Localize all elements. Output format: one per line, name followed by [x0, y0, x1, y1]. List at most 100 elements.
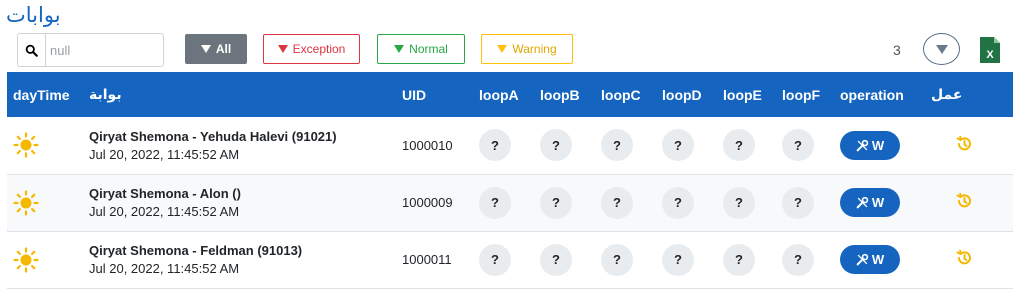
col-loope[interactable]: loopE [717, 72, 776, 117]
col-loopb[interactable]: loopB [534, 72, 595, 117]
filter-exception-label: Exception [292, 42, 346, 56]
loop-status-badge[interactable]: ? [662, 186, 694, 219]
col-action[interactable]: عمل [925, 72, 1013, 117]
sun-icon [13, 132, 39, 158]
sun-icon [13, 189, 39, 216]
loop-d-cell: ? [656, 174, 717, 231]
loop-b-cell: ? [534, 231, 595, 288]
filter-all-label: All [215, 42, 232, 56]
filter-all-button[interactable]: All [185, 34, 247, 64]
col-loopa[interactable]: loopA [473, 72, 534, 117]
filter-normal-label: Normal [409, 42, 448, 56]
history-icon[interactable] [955, 192, 1007, 213]
action-cell [925, 231, 1013, 288]
loop-status-badge[interactable]: ? [540, 186, 572, 219]
loop-f-cell: ? [776, 117, 834, 174]
table-header-row: dayTime بوابة UID loopA loopB loopC loop… [7, 72, 1013, 117]
col-daytime[interactable]: dayTime [7, 72, 83, 117]
filter-warning-label: Warning [512, 42, 557, 56]
history-icon[interactable] [955, 249, 1007, 270]
loop-c-cell: ? [595, 231, 656, 288]
operation-cell: W [834, 174, 925, 231]
search-icon[interactable] [18, 34, 46, 66]
gate-timestamp: Jul 20, 2022, 11:45:52 AM [89, 146, 240, 162]
gate-cell: Qiryat Shemona - Alon () Jul 20, 2022, 1… [83, 174, 396, 231]
loop-status-badge[interactable]: ? [662, 243, 694, 276]
tools-icon [856, 196, 869, 209]
daytime-cell [7, 174, 83, 231]
gate-cell: Qiryat Shemona - Feldman (91013) Jul 20,… [83, 231, 396, 288]
table-row[interactable]: Qiryat Shemona - Alon () Jul 20, 2022, 1… [7, 174, 1013, 231]
loop-f-cell: ? [776, 174, 834, 231]
daytime-cell [7, 231, 83, 288]
gate-timestamp: Jul 20, 2022, 11:45:52 AM [89, 204, 240, 219]
daytime-cell [7, 117, 83, 174]
table-row[interactable]: Qiryat Shemona - Feldman (91013) Jul 20,… [7, 231, 1013, 288]
svg-text:X: X [986, 49, 994, 61]
gate-cell: Qiryat Shemona - Yehuda Halevi (91021) J… [83, 117, 396, 174]
filter-exception-button[interactable]: Exception [263, 34, 360, 64]
loop-b-cell: ? [534, 117, 595, 174]
uid-cell: 1000009 [402, 195, 453, 210]
col-loopc[interactable]: loopC [595, 72, 656, 117]
result-count: 3 [893, 42, 901, 58]
operation-button[interactable]: W [840, 188, 900, 217]
filter-icon [200, 45, 211, 53]
search-box [17, 33, 164, 67]
loop-status-badge[interactable]: ? [540, 243, 572, 276]
filter-icon [935, 44, 948, 54]
operation-label: W [871, 137, 885, 153]
loop-c-cell: ? [595, 117, 656, 174]
filter-toggle-button[interactable] [923, 33, 960, 65]
search-input[interactable] [46, 35, 158, 65]
loop-status-badge[interactable]: ? [723, 186, 755, 219]
operation-cell: W [834, 117, 925, 174]
gates-table: dayTime بوابة UID loopA loopB loopC loop… [7, 72, 1013, 289]
gate-name: Qiryat Shemona - Alon () [89, 186, 241, 201]
filter-icon [277, 45, 288, 53]
loop-e-cell: ? [717, 174, 776, 231]
loop-e-cell: ? [717, 117, 776, 174]
operation-button[interactable]: W [840, 245, 900, 274]
loop-status-badge[interactable]: ? [601, 186, 633, 219]
loop-status-badge[interactable]: ? [662, 129, 694, 162]
filter-warning-button[interactable]: Warning [481, 34, 573, 64]
operation-label: W [871, 195, 885, 210]
loop-f-cell: ? [776, 231, 834, 288]
loop-status-badge[interactable]: ? [479, 243, 511, 276]
table-row[interactable]: Qiryat Shemona - Yehuda Halevi (91021) J… [7, 117, 1013, 174]
loop-status-badge[interactable]: ? [601, 243, 633, 276]
gate-name: Qiryat Shemona - Yehuda Halevi (91021) [89, 128, 337, 144]
col-loopd[interactable]: loopD [656, 72, 717, 117]
filter-icon [497, 45, 508, 53]
excel-export-icon[interactable]: X [978, 35, 1002, 65]
loop-status-badge[interactable]: ? [479, 186, 511, 219]
loop-status-badge[interactable]: ? [540, 129, 572, 162]
col-loopf[interactable]: loopF [776, 72, 834, 117]
loop-a-cell: ? [473, 231, 534, 288]
action-cell [925, 117, 1013, 174]
loop-status-badge[interactable]: ? [782, 129, 814, 162]
gate-timestamp: Jul 20, 2022, 11:45:52 AM [89, 261, 240, 276]
col-uid[interactable]: UID [396, 72, 473, 117]
operation-button[interactable]: W [840, 130, 900, 160]
loop-status-badge[interactable]: ? [479, 129, 511, 162]
filter-icon [394, 45, 405, 53]
sun-icon [13, 246, 39, 273]
filter-normal-button[interactable]: Normal [377, 34, 465, 64]
loop-status-badge[interactable]: ? [601, 129, 633, 162]
loop-a-cell: ? [473, 174, 534, 231]
loop-status-badge[interactable]: ? [782, 243, 814, 276]
loop-status-badge[interactable]: ? [723, 129, 755, 162]
loop-status-badge[interactable]: ? [782, 186, 814, 219]
loop-c-cell: ? [595, 174, 656, 231]
loop-a-cell: ? [473, 117, 534, 174]
loop-status-badge[interactable]: ? [723, 243, 755, 276]
action-cell [925, 174, 1013, 231]
gate-name: Qiryat Shemona - Feldman (91013) [89, 243, 303, 258]
col-operation[interactable]: operation [834, 72, 925, 117]
col-gate[interactable]: بوابة [83, 72, 396, 117]
history-icon[interactable] [955, 135, 1007, 156]
operation-label: W [871, 252, 885, 267]
tools-icon [856, 253, 869, 266]
